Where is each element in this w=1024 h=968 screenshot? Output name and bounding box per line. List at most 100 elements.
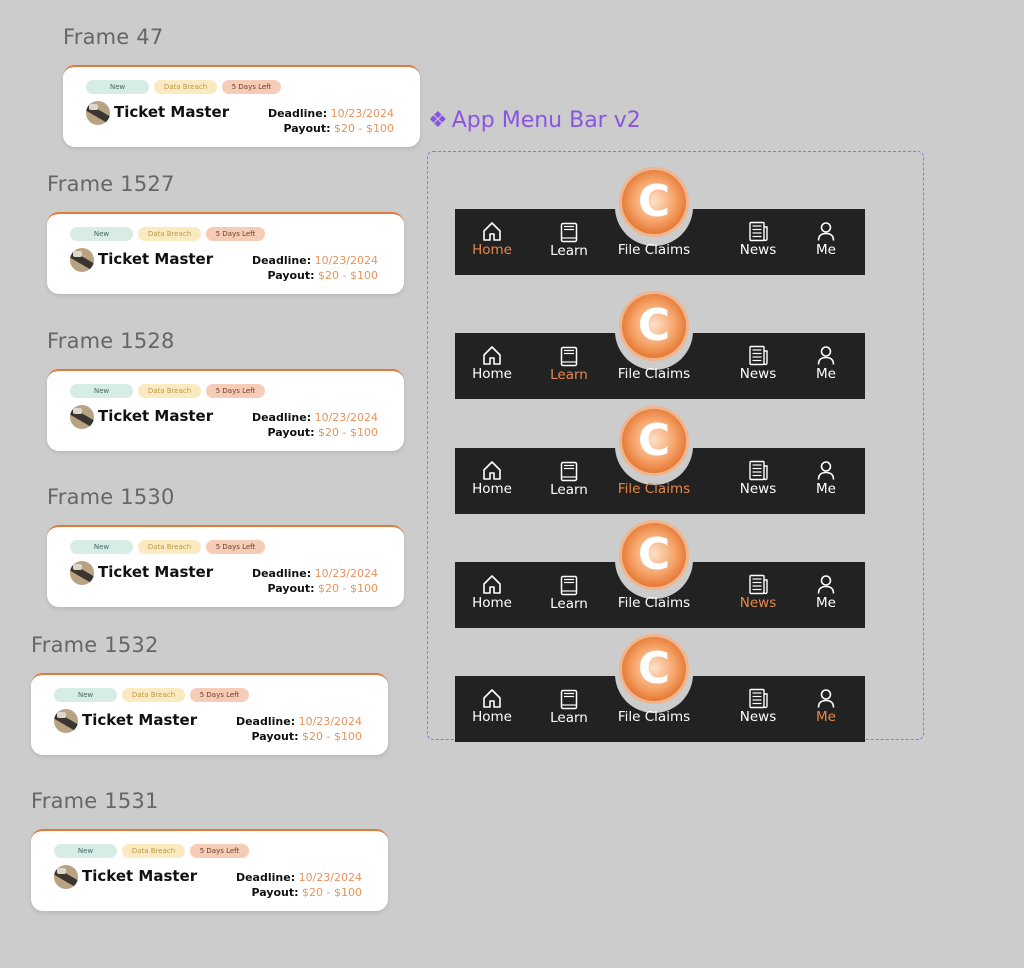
user-icon <box>817 346 835 365</box>
nav-news[interactable]: News <box>738 574 778 612</box>
payout-value: $20 - $100 <box>318 426 378 439</box>
newspaper-icon <box>748 460 768 481</box>
tag-list: New Data Breach 5 Days Left <box>70 384 265 398</box>
claims-coin-button[interactable]: C <box>622 294 686 358</box>
nav-file-claims[interactable]: File Claims <box>615 366 693 383</box>
payout-label: Payout: <box>251 886 299 899</box>
tag-list: New Data Breach 5 Days Left <box>86 80 281 94</box>
payout-label: Payout: <box>267 582 315 595</box>
nav-home-label: Home <box>472 709 512 725</box>
payout-value: $20 - $100 <box>318 269 378 282</box>
nav-home[interactable]: Home <box>471 688 513 726</box>
nav-news[interactable]: News <box>738 221 778 259</box>
deadline-row: Deadline: 10/23/2024 <box>252 411 378 424</box>
nav-home[interactable]: Home <box>471 460 513 498</box>
tag-list: New Data Breach 5 Days Left <box>70 540 265 554</box>
book-icon <box>560 461 578 482</box>
nav-me[interactable]: Me <box>811 460 841 498</box>
home-icon <box>483 222 501 241</box>
coin-letter: C <box>637 643 671 694</box>
nav-file-claims[interactable]: File Claims <box>615 595 693 612</box>
tag-list: New Data Breach 5 Days Left <box>70 227 265 241</box>
nav-home-label: Home <box>472 595 512 611</box>
nav-home-label: Home <box>472 242 512 258</box>
claim-card[interactable]: New Data Breach 5 Days Left Ticket Maste… <box>47 369 404 451</box>
frame-label: Frame 47 <box>63 25 164 49</box>
nav-home[interactable]: Home <box>471 574 513 612</box>
home-icon <box>483 575 501 594</box>
claim-card[interactable]: New Data Breach 5 Days Left Ticket Maste… <box>31 673 388 755</box>
nav-learn[interactable]: Learn <box>548 575 590 613</box>
nav-home[interactable]: Home <box>471 345 513 383</box>
newspaper-icon <box>748 574 768 595</box>
nav-news-label: News <box>739 366 777 382</box>
company-avatar <box>86 101 110 125</box>
nav-news-label: News <box>739 709 777 725</box>
company-avatar <box>70 248 94 272</box>
home-icon <box>483 461 501 480</box>
company-avatar <box>54 709 78 733</box>
book-icon <box>560 222 578 243</box>
company-avatar <box>70 405 94 429</box>
nav-file-claims-label: File Claims <box>617 709 691 725</box>
nav-news[interactable]: News <box>738 345 778 383</box>
tag-new: New <box>86 80 149 94</box>
tag-list: New Data Breach 5 Days Left <box>54 688 249 702</box>
nav-me-label: Me <box>816 242 836 258</box>
claims-coin-button[interactable]: C <box>622 523 686 587</box>
company-name: Ticket Master <box>98 407 214 425</box>
nav-learn-label: Learn <box>550 482 588 498</box>
payout-label: Payout: <box>283 122 331 135</box>
nav-learn[interactable]: Learn <box>548 346 590 384</box>
frame-label: Frame 1532 <box>31 633 159 657</box>
component-icon: ❖ <box>428 108 448 133</box>
tag-new: New <box>70 540 133 554</box>
deadline-label: Deadline: <box>251 254 312 267</box>
payout-value: $20 - $100 <box>334 122 394 135</box>
nav-me[interactable]: Me <box>811 688 841 726</box>
claim-card[interactable]: New Data Breach 5 Days Left Ticket Maste… <box>63 65 420 147</box>
book-icon <box>560 575 578 596</box>
payout-label: Payout: <box>251 730 299 743</box>
company-name: Ticket Master <box>98 563 214 581</box>
deadline-row: Deadline: 10/23/2024 <box>252 567 378 580</box>
newspaper-icon <box>748 688 768 709</box>
nav-me-label: Me <box>816 595 836 611</box>
nav-news-label: News <box>739 481 777 497</box>
nav-me[interactable]: Me <box>811 574 841 612</box>
menu-bar-variant-file-claims: C Home Learn File Claims News Me <box>455 409 865 514</box>
claim-card[interactable]: New Data Breach 5 Days Left Ticket Maste… <box>31 829 388 911</box>
nav-file-claims[interactable]: File Claims <box>615 709 693 726</box>
coin-letter: C <box>637 176 671 227</box>
nav-me[interactable]: Me <box>811 221 841 259</box>
company-name: Ticket Master <box>114 103 230 121</box>
nav-file-claims[interactable]: File Claims <box>615 242 693 259</box>
claim-card[interactable]: New Data Breach 5 Days Left Ticket Maste… <box>47 212 404 294</box>
claims-coin-button[interactable]: C <box>622 170 686 234</box>
nav-file-claims[interactable]: File Claims <box>615 481 693 498</box>
claims-coin-button[interactable]: C <box>622 637 686 701</box>
tag-data-breach: Data Breach <box>138 384 201 398</box>
deadline-label: Deadline: <box>251 567 312 580</box>
company-avatar <box>54 865 78 889</box>
nav-me-label: Me <box>816 709 836 725</box>
nav-me[interactable]: Me <box>811 345 841 383</box>
nav-file-claims-label: File Claims <box>617 481 691 497</box>
book-icon <box>560 689 578 710</box>
nav-home[interactable]: Home <box>471 221 513 259</box>
frame-label: Frame 1531 <box>31 789 159 813</box>
nav-learn[interactable]: Learn <box>548 222 590 260</box>
nav-news[interactable]: News <box>738 688 778 726</box>
payout-row: Payout: $20 - $100 <box>283 122 394 135</box>
nav-learn-label: Learn <box>550 596 588 612</box>
deadline-value: 10/23/2024 <box>314 254 378 267</box>
nav-learn[interactable]: Learn <box>548 461 590 499</box>
claims-coin-button[interactable]: C <box>622 409 686 473</box>
nav-me-label: Me <box>816 481 836 497</box>
nav-learn-label: Learn <box>550 243 588 259</box>
payout-row: Payout: $20 - $100 <box>267 582 378 595</box>
nav-news[interactable]: News <box>738 460 778 498</box>
company-name: Ticket Master <box>98 250 214 268</box>
claim-card[interactable]: New Data Breach 5 Days Left Ticket Maste… <box>47 525 404 607</box>
nav-learn[interactable]: Learn <box>548 689 590 727</box>
